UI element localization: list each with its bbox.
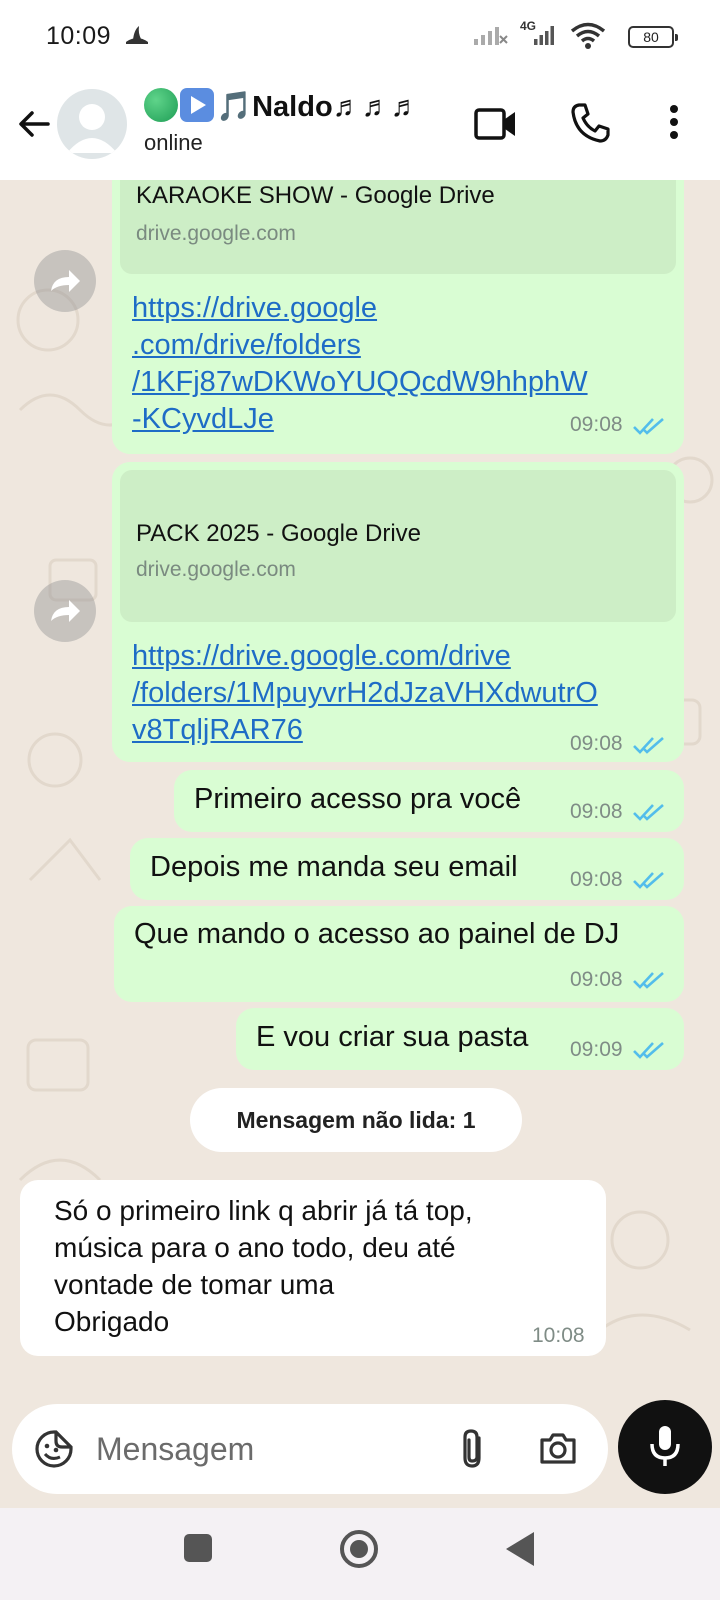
back-arrow-icon[interactable] (14, 104, 54, 144)
sticker-icon[interactable] (34, 1429, 74, 1469)
forward-icon (51, 600, 80, 622)
message-time: 09:08 (570, 732, 623, 755)
read-ticks-icon (633, 972, 664, 989)
message-input[interactable] (96, 1424, 436, 1474)
chat-area[interactable]: KARAOKE SHOW - Google Drive drive.google… (0, 180, 720, 1400)
message-time: 09:08 (570, 413, 623, 436)
message-time: 09:08 (570, 968, 623, 991)
message-time: 09:08 (570, 800, 623, 823)
message-bubble-outgoing[interactable]: Primeiro acesso pra você 09:08 (174, 770, 684, 832)
link-preview-card[interactable]: KARAOKE SHOW - Google Drive drive.google… (120, 180, 676, 274)
green-circle-emoji (144, 88, 178, 122)
message-text: Que mando o acesso ao painel de DJ (134, 918, 620, 950)
status-icons: 4G 80 (454, 19, 678, 54)
read-ticks-icon (633, 872, 664, 889)
nav-back-icon[interactable] (506, 1532, 534, 1566)
signal-icon (534, 26, 554, 45)
message-text: Primeiro acesso pra você (194, 783, 522, 815)
system-nav-bar (0, 1508, 720, 1600)
message-bubble-outgoing[interactable]: Que mando o acesso ao painel de DJ 09:08 (114, 906, 684, 1002)
avatar[interactable] (57, 89, 127, 159)
message-bubble-incoming[interactable]: Só o primeiro link q abrir já tá top, mú… (20, 1180, 606, 1356)
read-ticks-icon (633, 1042, 664, 1059)
message-text: Depois me manda seu email (150, 851, 518, 883)
message-bubble-outgoing[interactable]: KARAOKE SHOW - Google Drive drive.google… (112, 180, 684, 454)
message-bubble-outgoing[interactable]: Depois me manda seu email 09:08 (130, 838, 684, 900)
contact-name[interactable]: 🎵Naldo♬♬♬ (144, 88, 420, 124)
forward-icon (51, 270, 80, 292)
message-bubble-outgoing[interactable]: E vou criar sua pasta 09:09 (236, 1008, 684, 1070)
message-text: E vou criar sua pasta (256, 1021, 529, 1053)
contact-name-text: 🎵Naldo♬♬♬ (216, 91, 420, 123)
message-link[interactable]: https://drive.google .com/drive/folders … (132, 290, 588, 438)
read-ticks-icon (633, 418, 664, 435)
link-preview-card[interactable]: PACK 2025 - Google Drive drive.google.co… (120, 470, 676, 622)
more-vert-icon[interactable] (660, 102, 688, 142)
notification-icon (124, 24, 150, 51)
battery-indicator: 80 (628, 26, 678, 48)
composer-bar (0, 1400, 720, 1508)
message-text: Só o primeiro link q abrir já tá top, mú… (54, 1195, 473, 1337)
link-preview-title: KARAOKE SHOW - Google Drive (136, 182, 495, 209)
message-time: 09:09 (570, 1038, 623, 1061)
link-preview-title: PACK 2025 - Google Drive (136, 520, 422, 547)
contact-status: online (144, 130, 203, 155)
phone-call-icon[interactable] (570, 102, 610, 144)
message-input-container[interactable] (12, 1404, 608, 1494)
message-bubble-outgoing[interactable]: PACK 2025 - Google Drive drive.google.co… (112, 462, 684, 762)
recent-apps-icon[interactable] (184, 1534, 212, 1562)
link-preview-domain: drive.google.com (136, 222, 296, 245)
camera-icon[interactable] (538, 1430, 578, 1466)
video-call-icon[interactable] (474, 104, 518, 144)
status-bar: 10:09 4G 80 (0, 0, 720, 78)
signal-icon (474, 27, 508, 45)
forward-button[interactable] (34, 250, 96, 312)
read-ticks-icon (633, 737, 664, 754)
home-icon[interactable] (340, 1530, 378, 1568)
wifi-icon (570, 22, 606, 49)
message-time: 09:08 (570, 868, 623, 891)
status-time: 10:09 (46, 22, 112, 50)
forward-button[interactable] (34, 580, 96, 642)
unread-messages-banner: Mensagem não lida: 1 (190, 1088, 522, 1152)
link-preview-domain: drive.google.com (136, 558, 296, 581)
message-time: 10:08 (532, 1324, 585, 1347)
mic-icon (650, 1426, 680, 1466)
read-ticks-icon (633, 804, 664, 821)
voice-message-button[interactable] (618, 1400, 712, 1494)
chat-header: 🎵Naldo♬♬♬ online (0, 78, 720, 180)
attach-icon[interactable] (458, 1428, 488, 1470)
message-link[interactable]: https://drive.google.com/drive /folders/… (132, 638, 598, 749)
play-button-emoji (180, 88, 214, 122)
